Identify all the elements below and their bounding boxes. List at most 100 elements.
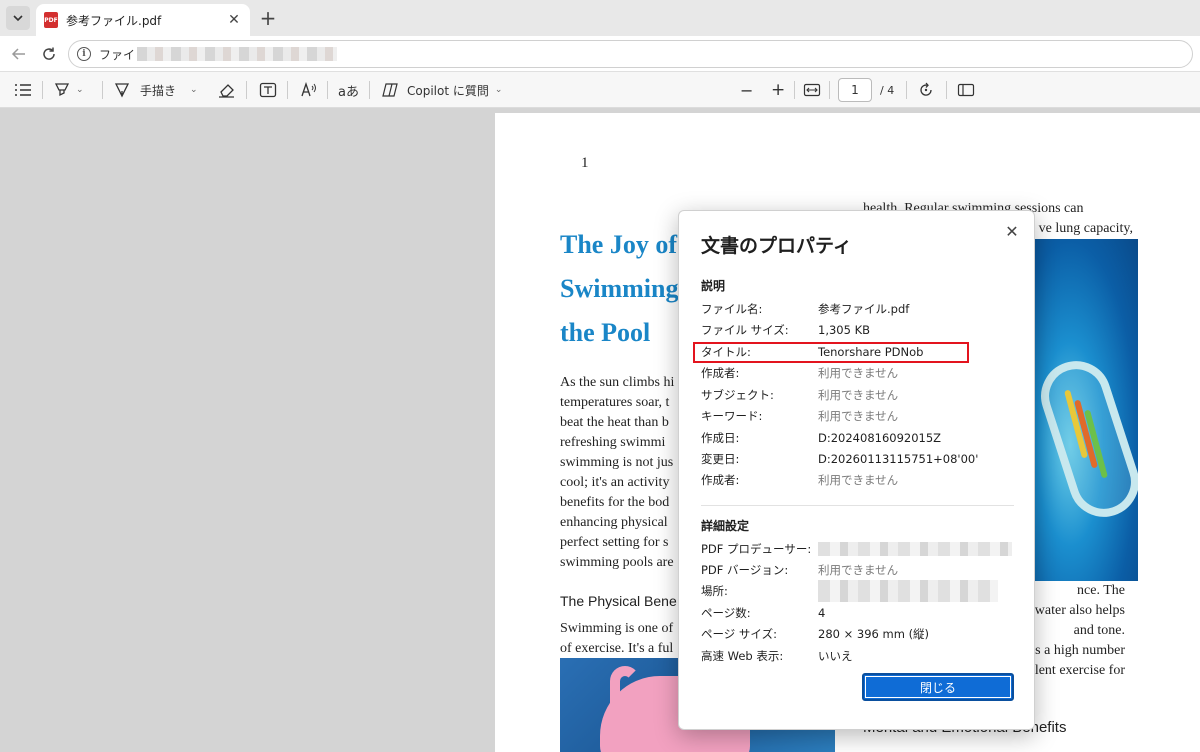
property-row: ファイル名: 参考ファイル.pdf: [701, 299, 1021, 319]
address-bar-row: i ファイ: [0, 36, 1200, 72]
property-row: 場所:: [701, 580, 1021, 602]
property-value: 4: [818, 606, 826, 620]
zoom-out-icon[interactable]: −: [740, 78, 753, 102]
property-label: サブジェクト:: [701, 388, 774, 402]
property-value: 280 × 396 mm (縦): [818, 627, 930, 641]
address-input[interactable]: i ファイ: [68, 40, 1193, 68]
tab-title: 参考ファイル.pdf: [66, 13, 162, 28]
property-row: キーワード: 利用できません: [701, 406, 1021, 426]
advanced-section-heading: 詳細設定: [701, 519, 750, 533]
property-label: PDF プロデューサー:: [701, 542, 812, 556]
copilot-icon: [382, 83, 398, 97]
property-label: ファイル サイズ:: [701, 323, 789, 337]
tab-close-icon[interactable]: ✕: [224, 10, 244, 30]
rotate-icon[interactable]: [918, 78, 934, 102]
title-highlight-box: [693, 342, 969, 363]
toolbar-divider: [946, 81, 947, 99]
url-redacted: [137, 47, 338, 61]
property-value: いいえ: [818, 649, 853, 663]
property-label: 作成日:: [701, 431, 740, 445]
property-row: ページ数: 4: [701, 603, 1021, 623]
zoom-in-icon[interactable]: +: [771, 78, 785, 102]
property-label: ページ サイズ:: [701, 627, 777, 641]
pdf-toolbar: ⌄ 手描き ⌄ aあ Copilot に質問 ⌄ − + 1 / 4: [0, 72, 1200, 108]
page-view-icon[interactable]: [957, 78, 975, 102]
copilot-label: Copilot に質問: [407, 83, 489, 98]
property-label: PDF バージョン:: [701, 563, 789, 577]
draw-label: 手描き: [140, 83, 177, 98]
property-value: 利用できません: [818, 473, 899, 487]
eraser-icon[interactable]: [218, 78, 236, 102]
description-section-heading: 説明: [701, 279, 726, 293]
copilot-ask-button[interactable]: Copilot に質問 ⌄: [381, 78, 502, 102]
url-text: ファイ: [99, 47, 136, 62]
property-value: 利用できません: [818, 563, 899, 577]
property-label: 場所:: [701, 584, 728, 598]
toolbar-divider: [246, 81, 247, 99]
translate-icon[interactable]: aあ: [338, 78, 359, 102]
pool-image: [1025, 239, 1138, 581]
property-label: 作成者:: [701, 473, 740, 487]
property-value: 利用できません: [818, 388, 899, 402]
property-row: 作成日: D:20240816092015Z: [701, 428, 1021, 448]
property-row: 作成者: 利用できません: [701, 363, 1021, 383]
section-divider: [701, 505, 1014, 506]
property-value-redacted: [818, 542, 1012, 556]
property-value: 利用できません: [818, 366, 899, 380]
page-number-label: 1: [581, 155, 589, 171]
property-row: PDF プロデューサー:: [701, 539, 1021, 559]
text-box-icon[interactable]: [259, 78, 277, 102]
toolbar-divider: [906, 81, 907, 99]
property-row: 高速 Web 表示: いいえ: [701, 646, 1021, 666]
section-heading: The Physical Bene: [560, 593, 677, 609]
property-row: ファイル サイズ: 1,305 KB: [701, 320, 1021, 340]
flamingo-neck: [610, 666, 640, 726]
document-properties-dialog: 文書のプロパティ ✕ 説明 ファイル名: 参考ファイル.pdf ファイル サイズ…: [678, 210, 1035, 730]
property-label: キーワード:: [701, 409, 763, 423]
property-row: 作成者: 利用できません: [701, 470, 1021, 490]
browser-tab-active[interactable]: PDF 参考ファイル.pdf ✕: [36, 4, 250, 36]
back-arrow-icon[interactable]: [8, 43, 30, 65]
site-info-icon[interactable]: i: [77, 47, 91, 61]
highlight-tool-button[interactable]: ⌄: [54, 78, 84, 102]
close-dialog-button[interactable]: 閉じる: [862, 673, 1014, 701]
toolbar-divider: [287, 81, 288, 99]
property-row: ページ サイズ: 280 × 396 mm (縦): [701, 624, 1021, 644]
property-row: 変更日: D:20260113115751+08'00': [701, 449, 1021, 469]
contents-list-icon[interactable]: [14, 78, 32, 102]
chevron-down-icon: [13, 15, 23, 22]
toolbar-divider: [102, 81, 103, 99]
tab-strip: PDF 参考ファイル.pdf ✕ +: [0, 0, 1200, 36]
refresh-icon[interactable]: [38, 43, 60, 65]
page-number-input[interactable]: 1: [838, 78, 872, 102]
property-value: D:20240816092015Z: [818, 431, 942, 445]
new-tab-button[interactable]: +: [256, 6, 280, 30]
property-label: ファイル名:: [701, 302, 763, 316]
fit-to-width-icon[interactable]: [803, 78, 821, 102]
toolbar-divider: [794, 81, 795, 99]
toolbar-divider: [829, 81, 830, 99]
property-row: PDF バージョン: 利用できません: [701, 560, 1021, 580]
dialog-title: 文書のプロパティ: [701, 235, 852, 257]
property-value: 参考ファイル.pdf: [818, 302, 910, 316]
draw-tool-button[interactable]: 手描き ⌄: [114, 78, 198, 102]
pen-icon: [114, 83, 130, 98]
read-aloud-icon[interactable]: [300, 78, 318, 102]
close-icon[interactable]: ✕: [1000, 219, 1024, 243]
property-label: 高速 Web 表示:: [701, 649, 784, 663]
pdf-file-icon: PDF: [44, 12, 58, 28]
property-value: 1,305 KB: [818, 323, 871, 337]
tab-actions-menu-button[interactable]: [6, 6, 30, 30]
chevron-down-icon: ⌄: [494, 85, 503, 95]
property-value: 利用できません: [818, 409, 899, 423]
highlighter-icon: [54, 83, 70, 97]
property-value: D:20260113115751+08'00': [818, 452, 979, 466]
toolbar-divider: [369, 81, 370, 99]
property-label: 変更日:: [701, 452, 740, 466]
toolbar-divider: [327, 81, 328, 99]
chevron-down-icon: ⌄: [76, 85, 84, 95]
property-label: 作成者:: [701, 366, 740, 380]
toolbar-divider: [42, 81, 43, 99]
chevron-down-icon: ⌄: [190, 85, 198, 95]
property-label: ページ数:: [701, 606, 751, 620]
